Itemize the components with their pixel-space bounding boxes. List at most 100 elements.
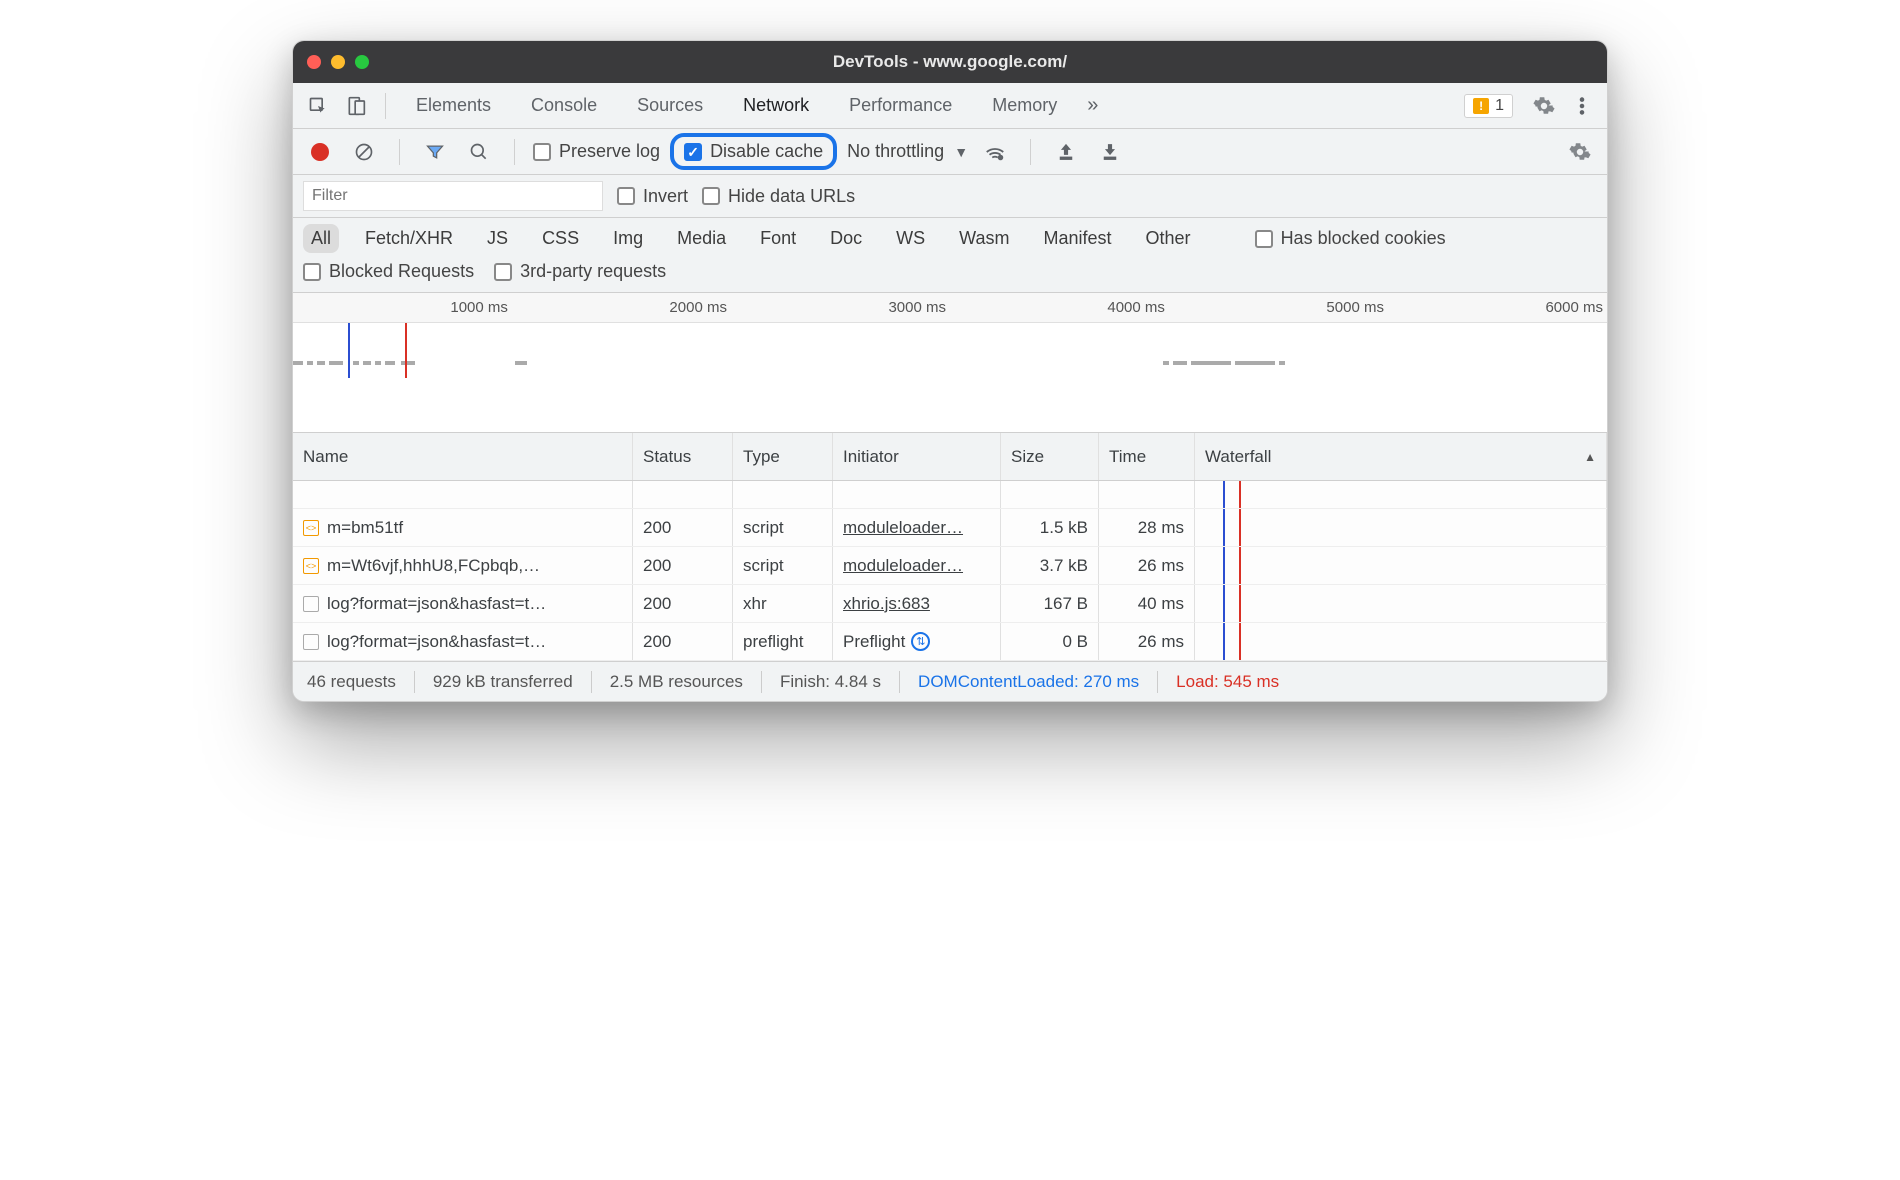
disable-cache-label: Disable cache [710,141,823,162]
col-type[interactable]: Type [733,433,833,480]
filter-input[interactable] [303,181,603,211]
status-finish: Finish: 4.84 s [780,672,881,692]
traffic-lights [307,55,369,69]
type-filter-media[interactable]: Media [669,224,734,253]
table-row[interactable]: log?format=json&hasfast=t…200preflightPr… [293,623,1607,661]
type-filter-fetch-xhr[interactable]: Fetch/XHR [357,224,461,253]
hide-data-urls-label: Hide data URLs [728,186,855,207]
type-filters-row2: Blocked Requests 3rd-party requests [293,255,1607,293]
cell-size: 0 B [1001,623,1099,660]
tab-network[interactable]: Network [725,83,827,129]
blocked-requests-label: Blocked Requests [329,261,474,282]
more-tabs-button[interactable]: » [1079,83,1106,129]
script-file-icon: <> [303,558,319,574]
request-name: m=bm51tf [327,518,403,538]
col-name[interactable]: Name [293,433,633,480]
timeline-ruler: 1000 ms 2000 ms 3000 ms 4000 ms 5000 ms … [293,293,1607,323]
initiator-link[interactable]: moduleloader… [843,518,963,538]
cell-name: log?format=json&hasfast=t… [293,585,633,622]
device-toolbar-icon[interactable] [339,89,373,123]
close-window-button[interactable] [307,55,321,69]
minimize-window-button[interactable] [331,55,345,69]
issues-badge[interactable]: ! 1 [1464,94,1513,118]
type-filter-wasm[interactable]: Wasm [951,224,1017,253]
tab-performance[interactable]: Performance [831,83,970,129]
status-requests: 46 requests [307,672,396,692]
table-row[interactable]: <>m=Wt6vjf,hhhU8,FCpbqb,…200scriptmodule… [293,547,1607,585]
maximize-window-button[interactable] [355,55,369,69]
initiator-text: Preflight [843,632,905,652]
type-filter-manifest[interactable]: Manifest [1036,224,1120,253]
cell-initiator: Preflight⇅ [833,623,1001,660]
filter-toggle-icon[interactable] [418,135,452,169]
disable-cache-checkbox[interactable]: Disable cache [684,141,823,162]
cell-size: 3.7 kB [1001,547,1099,584]
table-row[interactable]: log?format=json&hasfast=t…200xhrxhrio.js… [293,585,1607,623]
cell-waterfall [1195,547,1607,584]
dcl-line [1223,547,1225,584]
hide-data-urls-checkbox[interactable]: Hide data URLs [702,186,855,207]
status-transferred: 929 kB transferred [433,672,573,692]
search-icon[interactable] [462,135,496,169]
invert-checkbox[interactable]: Invert [617,186,688,207]
script-file-icon: <> [303,520,319,536]
dcl-line [1223,585,1225,622]
col-initiator[interactable]: Initiator [833,433,1001,480]
type-filter-other[interactable]: Other [1138,224,1199,253]
has-blocked-cookies-checkbox[interactable]: Has blocked cookies [1255,228,1446,249]
col-status[interactable]: Status [633,433,733,480]
tab-memory[interactable]: Memory [974,83,1075,129]
kebab-menu-icon[interactable] [1565,89,1599,123]
initiator-link[interactable]: xhrio.js:683 [843,594,930,614]
timeline-overview[interactable]: 1000 ms 2000 ms 3000 ms 4000 ms 5000 ms … [293,293,1607,433]
clear-button[interactable] [347,135,381,169]
throttling-select[interactable]: No throttling ▼ [847,141,968,162]
type-filter-js[interactable]: JS [479,224,516,253]
status-load: Load: 545 ms [1176,672,1279,692]
type-filter-ws[interactable]: WS [888,224,933,253]
type-filter-img[interactable]: Img [605,224,651,253]
tab-elements[interactable]: Elements [398,83,509,129]
chevron-down-icon: ▼ [954,144,968,160]
tab-sources[interactable]: Sources [619,83,721,129]
col-waterfall[interactable]: Waterfall ▲ [1195,433,1607,480]
col-size[interactable]: Size [1001,433,1099,480]
divider [399,139,400,165]
table-row[interactable]: <>m=bm51tf200scriptmoduleloader…1.5 kB28… [293,509,1607,547]
load-marker [405,323,407,378]
network-toolbar: Preserve log Disable cache No throttling… [293,129,1607,175]
network-settings-gear-icon[interactable] [1563,135,1597,169]
cell-type: script [733,509,833,546]
cell-name: <> m=bm51tf [293,509,633,546]
preserve-log-checkbox[interactable]: Preserve log [533,141,660,162]
third-party-checkbox[interactable]: 3rd-party requests [494,261,666,282]
cell-name: <>m=Wt6vjf,hhhU8,FCpbqb,… [293,547,633,584]
export-har-icon[interactable] [1093,135,1127,169]
divider [1030,139,1031,165]
load-line [1239,623,1241,660]
col-time[interactable]: Time [1099,433,1195,480]
divider [514,139,515,165]
record-button[interactable] [303,135,337,169]
type-filter-doc[interactable]: Doc [822,224,870,253]
checkbox-icon [702,187,720,205]
tab-console[interactable]: Console [513,83,615,129]
dcl-line [1223,623,1225,660]
initiator-link[interactable]: moduleloader… [843,556,963,576]
cell-time: 26 ms [1099,547,1195,584]
type-filter-font[interactable]: Font [752,224,804,253]
divider [385,93,386,119]
checkbox-icon [1255,230,1273,248]
type-filter-css[interactable]: CSS [534,224,587,253]
request-name: log?format=json&hasfast=t… [327,632,546,652]
disable-cache-highlight: Disable cache [670,133,837,170]
network-conditions-icon[interactable] [978,135,1012,169]
type-filter-all[interactable]: All [303,224,339,253]
cell-waterfall [1195,623,1607,660]
cell-time: 40 ms [1099,585,1195,622]
blocked-requests-checkbox[interactable]: Blocked Requests [303,261,474,282]
settings-gear-icon[interactable] [1527,89,1561,123]
cell-name: log?format=json&hasfast=t… [293,623,633,660]
import-har-icon[interactable] [1049,135,1083,169]
inspect-element-icon[interactable] [301,89,335,123]
